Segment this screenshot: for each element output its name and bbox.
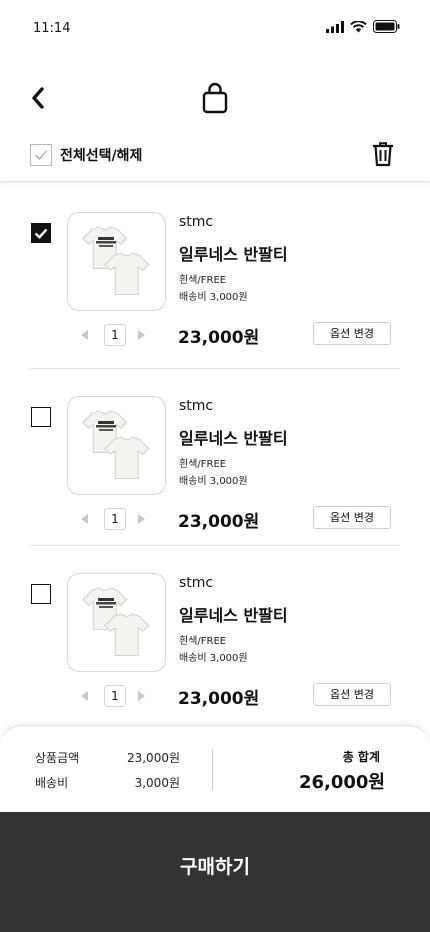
status-icons (326, 20, 400, 33)
item-name[interactable]: 일루네스 반팔티 (179, 602, 288, 626)
order-summary: 상품금액 23,000원 배송비 3,000원 총 합계 26,000원 (0, 725, 430, 815)
purchase-button[interactable]: 구매하기 (0, 812, 430, 932)
item-checkbox[interactable] (31, 223, 51, 243)
item-price: 23,000원 (178, 328, 260, 348)
triangle-right-icon (138, 330, 145, 340)
decrease-quantity-button[interactable] (80, 690, 90, 702)
quantity-stepper: 1 (80, 685, 146, 707)
decrease-quantity-button[interactable] (80, 513, 90, 525)
shipping-fee-value: 3,000원 (134, 776, 180, 790)
product-amount-value: 23,000원 (126, 751, 180, 765)
triangle-right-icon (138, 514, 145, 524)
item-name[interactable]: 일루네스 반팔티 (179, 425, 288, 449)
wifi-icon (350, 20, 367, 32)
checkmark-icon (34, 150, 48, 161)
item-option: 흰색/FREE (179, 459, 227, 470)
change-option-button[interactable]: 옵션 변경 (313, 506, 391, 529)
item-divider (30, 368, 400, 369)
back-button[interactable] (26, 84, 50, 112)
item-brand: stmc (179, 575, 214, 591)
product-image[interactable] (67, 573, 166, 672)
select-all-bar: 전체선택/해제 (0, 138, 430, 182)
item-price: 23,000원 (178, 512, 260, 532)
item-shipping: 배송비 3,000원 (179, 292, 248, 303)
cart-item: stmc 일루네스 반팔티 흰색/FREE 배송비 3,000원 1 23,00… (0, 396, 430, 583)
item-shipping: 배송비 3,000원 (179, 476, 248, 487)
item-name[interactable]: 일루네스 반팔티 (179, 241, 288, 265)
triangle-right-icon (138, 691, 145, 701)
item-brand: stmc (179, 214, 214, 230)
change-option-button[interactable]: 옵션 변경 (313, 683, 391, 706)
triangle-left-icon (81, 691, 88, 701)
select-all-checkbox[interactable] (30, 144, 52, 166)
decrease-quantity-button[interactable] (80, 329, 90, 341)
shipping-fee-label: 배송비 (35, 776, 69, 790)
item-option: 흰색/FREE (179, 275, 227, 286)
header (0, 80, 430, 120)
change-option-button[interactable]: 옵션 변경 (313, 322, 391, 345)
item-divider (30, 545, 400, 546)
summary-divider (212, 748, 213, 790)
item-checkbox[interactable] (31, 407, 51, 427)
battery-icon (373, 20, 400, 33)
triangle-left-icon (81, 514, 88, 524)
tshirt-image (82, 410, 150, 479)
cart-item: stmc 일루네스 반팔티 흰색/FREE 배송비 3,000원 1 23,00… (0, 212, 430, 399)
item-shipping: 배송비 3,000원 (179, 653, 248, 664)
quantity-value[interactable]: 1 (104, 324, 126, 346)
quantity-stepper: 1 (80, 324, 146, 346)
product-image[interactable] (67, 212, 166, 311)
quantity-value[interactable]: 1 (104, 508, 126, 530)
item-option: 흰색/FREE (179, 636, 227, 647)
back-arrow-icon (32, 87, 44, 109)
purchase-button-label: 구매하기 (180, 856, 250, 878)
tshirt-image (82, 226, 150, 295)
status-bar: 11:14 (0, 0, 430, 56)
quantity-value[interactable]: 1 (104, 685, 126, 707)
signal-icon (326, 20, 344, 33)
item-brand: stmc (179, 398, 214, 414)
checkmark-icon (34, 228, 48, 239)
triangle-left-icon (81, 330, 88, 340)
item-checkbox[interactable] (31, 584, 51, 604)
item-price: 23,000원 (178, 689, 260, 709)
shopping-bag-icon (202, 82, 228, 114)
increase-quantity-button[interactable] (136, 329, 146, 341)
product-image[interactable] (67, 396, 166, 495)
increase-quantity-button[interactable] (136, 690, 146, 702)
select-all-label: 전체선택/해제 (60, 148, 143, 164)
trash-icon[interactable] (372, 141, 394, 167)
total-label: 총 합계 (342, 750, 380, 764)
tshirt-image (82, 587, 150, 656)
status-time: 11:14 (33, 21, 71, 36)
quantity-stepper: 1 (80, 508, 146, 530)
product-amount-label: 상품금액 (35, 751, 80, 765)
increase-quantity-button[interactable] (136, 513, 146, 525)
total-value: 26,000원 (298, 772, 385, 793)
